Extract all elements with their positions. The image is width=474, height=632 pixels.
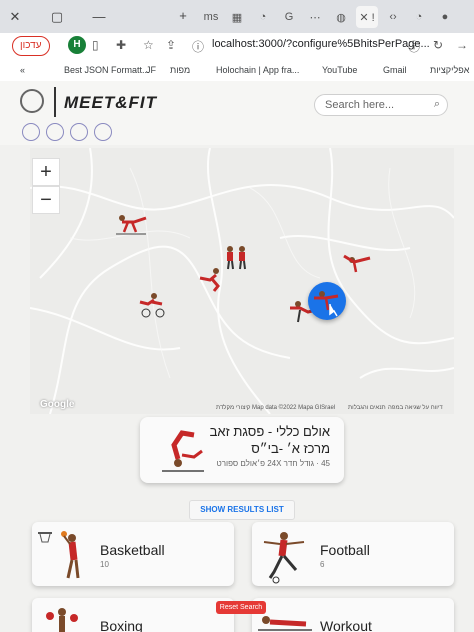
google-logo[interactable]: Google — [40, 399, 74, 410]
filter-circle-3[interactable] — [70, 123, 88, 141]
info-icon[interactable]: ⓘ — [408, 38, 420, 55]
sport-name: Football — [320, 542, 370, 558]
sport-count: 10 — [100, 560, 109, 569]
tab-list: ms ▦ ◔ G ⋯ ◍ ✕ ! ‹› ◔ ● — [200, 6, 456, 28]
site-info-icon[interactable]: ⓘ — [192, 38, 204, 55]
bookmarks-bar: « Best JSON Formatt... JF מפות Holochain… — [0, 59, 474, 82]
browser-toolbar: עדכון H ▯ ✚ ☆ ⇪ ⓘ localhost:3000/?config… — [0, 33, 474, 59]
search-icon[interactable]: ⌕ — [434, 98, 440, 111]
profile-avatar[interactable]: H — [68, 36, 86, 54]
browser-tab-strip: ✕ ▢ — + ms ▦ ◔ G ⋯ ◍ ✕ ! ‹› ◔ ● — [0, 0, 474, 33]
close-window-icon[interactable]: ✕ — [4, 9, 26, 25]
app-logo-text[interactable]: MEET&FIT — [64, 93, 157, 113]
tab-globe[interactable]: ◍ — [330, 6, 352, 28]
reset-search-button[interactable]: Reset Search — [216, 601, 266, 614]
venue-name: אולם כללי - פסגת זאב מרכז א׳ -בי״ס — [209, 424, 330, 456]
bookmark-jf[interactable]: JF — [146, 65, 156, 75]
new-tab-icon[interactable]: + — [172, 8, 194, 23]
sport-name: Boxing — [100, 618, 143, 632]
tab-active[interactable]: ✕ ! — [356, 6, 378, 28]
sidebar-icon[interactable]: ▯ — [92, 38, 99, 52]
map-terms-link[interactable]: תנאים והגבלות — [348, 405, 386, 411]
zoom-out-button[interactable]: − — [32, 186, 60, 214]
bookmark-apps[interactable]: אפליקציות — [430, 65, 469, 75]
bookmark-holochain[interactable]: Holochain | App fra... — [216, 65, 299, 75]
sport-card-boxing[interactable]: Boxing — [32, 598, 234, 632]
tab-clock[interactable]: ◔ — [408, 6, 430, 28]
map-report-error-link[interactable]: דיווח על שגיאה במפה — [388, 405, 443, 411]
globe-logo-icon — [20, 89, 44, 113]
tab-chart[interactable]: ⋯ — [304, 6, 326, 28]
map[interactable]: + − Google קיצורי מקלדת Map data ©2022 M… — [30, 148, 454, 414]
football-player-icon — [263, 532, 305, 584]
venue-info-card[interactable]: אולם כללי - פסגת זאב מרכז א׳ -בי״ס 45 · … — [140, 417, 344, 483]
minimize-window-icon[interactable]: — — [88, 9, 110, 24]
tab-google[interactable]: G — [278, 6, 300, 28]
map-marker-gymnast[interactable] — [114, 210, 148, 236]
search-input[interactable] — [323, 98, 431, 112]
show-results-list-button[interactable]: SHOW RESULTS LIST — [189, 500, 295, 520]
sport-card-basketball[interactable]: Basketball 10 — [32, 522, 234, 586]
tab-ms[interactable]: ms — [200, 6, 222, 28]
tab-github[interactable]: ● — [434, 6, 456, 28]
map-keyboard-shortcuts[interactable]: קיצורי מקלדת — [216, 405, 250, 411]
bookmark-star-icon[interactable]: ☆ — [143, 38, 154, 52]
bookmark-gmail[interactable]: Gmail — [383, 65, 407, 75]
tab-image[interactable]: ▦ — [226, 6, 248, 28]
zoom-in-button[interactable]: + — [32, 158, 60, 186]
sport-name: Basketball — [100, 542, 165, 558]
map-roads — [30, 148, 454, 414]
search-box: ⌕ — [314, 94, 448, 116]
bookmark-youtube[interactable]: YouTube — [322, 65, 357, 75]
update-button[interactable]: עדכון — [12, 36, 50, 56]
restore-window-icon[interactable]: ▢ — [46, 9, 68, 25]
filter-circle-4[interactable] — [94, 123, 112, 141]
sport-card-football[interactable]: Football 6 — [252, 522, 454, 586]
share-icon[interactable]: ⇪ — [166, 38, 176, 52]
map-data-attribution: Map data ©2022 Mapa GISrael — [252, 405, 336, 411]
address-bar[interactable]: localhost:3000/?configure%5BhitsPerPage.… — [212, 38, 430, 50]
sport-count: 6 — [320, 560, 325, 569]
map-marker-cyclist[interactable] — [136, 292, 170, 318]
forward-icon[interactable]: → — [456, 38, 468, 52]
boxer-icon — [46, 608, 78, 632]
selected-map-marker[interactable] — [308, 282, 346, 320]
map-marker-leaper[interactable] — [340, 248, 374, 274]
tab-timer[interactable]: ◔ — [252, 6, 274, 28]
reload-icon[interactable]: ↻ — [433, 38, 443, 52]
sport-card-workout[interactable]: Workout — [252, 598, 454, 632]
sport-name: Workout — [320, 618, 372, 632]
filter-circle-2[interactable] — [46, 123, 64, 141]
logo-divider — [54, 87, 56, 117]
filter-circle-1[interactable] — [22, 123, 40, 141]
filter-circles — [22, 123, 112, 141]
map-marker-runner[interactable] — [196, 266, 230, 292]
extensions-icon[interactable]: ✚ — [116, 38, 126, 52]
tab-code[interactable]: ‹› — [382, 6, 404, 28]
app-header: MEET&FIT ⌕ — [0, 81, 474, 145]
screen: ✕ ▢ — + ms ▦ ◔ G ⋯ ◍ ✕ ! ‹› ◔ ● עדכון H … — [0, 0, 474, 632]
bookmark-json-formatter[interactable]: Best JSON Formatt... — [64, 65, 150, 75]
venue-details: 45 · גודל חדר 24X פ׳אולם ספורט — [216, 459, 330, 468]
basketball-player-icon — [38, 531, 80, 579]
bookmark-maps[interactable]: מפות — [170, 65, 190, 75]
bookmarks-overflow[interactable]: « — [20, 65, 25, 75]
